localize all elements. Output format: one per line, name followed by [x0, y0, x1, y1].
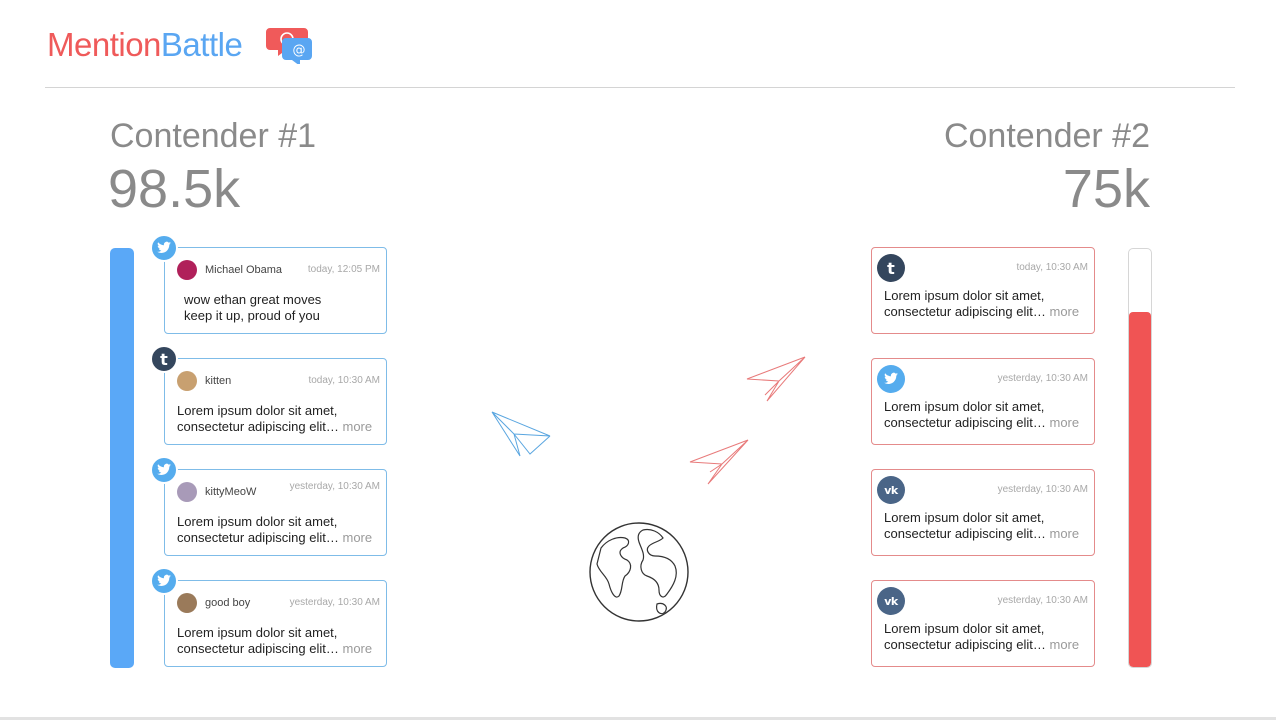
- avatar: [177, 371, 197, 391]
- mention-text: Lorem ipsum dolor sit amet, consectetur …: [177, 403, 339, 434]
- mention-time: yesterday, 10:30 AM: [997, 373, 1088, 384]
- mention-text: Lorem ipsum dolor sit amet, consectetur …: [884, 510, 1046, 541]
- mention-time: yesterday, 10:30 AM: [997, 595, 1088, 606]
- mention-time: today, 10:30 AM: [308, 375, 380, 386]
- twitter-icon: [150, 456, 178, 484]
- avatar: [177, 260, 197, 280]
- paper-plane-icon: [491, 411, 551, 457]
- contender2-progress-fill: [1129, 311, 1151, 667]
- mention-user: good boy: [205, 597, 251, 609]
- more-link[interactable]: more: [342, 641, 372, 656]
- mention-card[interactable]: vk yesterday, 10:30 AM Lorem ipsum dolor…: [871, 469, 1095, 556]
- vk-icon: vk: [877, 587, 905, 615]
- mention-time: today, 12:05 PM: [307, 264, 380, 275]
- mention-text: Lorem ipsum dolor sit amet, consectetur …: [884, 288, 1046, 319]
- mention-text: Lorem ipsum dolor sit amet, consectetur …: [884, 399, 1046, 430]
- contender1-label: Contender #1: [110, 117, 317, 155]
- paper-plane-icon: [689, 439, 749, 485]
- contender1-score: 98.5k: [108, 159, 241, 219]
- more-link[interactable]: more: [342, 419, 372, 434]
- more-link[interactable]: more: [342, 530, 372, 545]
- mention-user: kitten: [205, 375, 232, 387]
- contender2-label: Contender #2: [943, 117, 1150, 155]
- header: MentionBattle @: [0, 0, 1276, 88]
- mention-time: yesterday, 10:30 AM: [289, 481, 380, 492]
- globe-icon: [589, 522, 689, 622]
- twitter-icon: [877, 365, 905, 393]
- vk-icon: vk: [877, 476, 905, 504]
- mention-card[interactable]: Michael Obama today, 12:05 PM wow ethan …: [164, 247, 387, 334]
- contender2-progress-bar: [1128, 248, 1152, 668]
- logo-mention-text: Mention: [47, 26, 161, 63]
- mention-card[interactable]: yesterday, 10:30 AM Lorem ipsum dolor si…: [871, 358, 1095, 445]
- twitter-icon: [150, 567, 178, 595]
- mention-card[interactable]: kittyMeoW yesterday, 10:30 AM Lorem ipsu…: [164, 469, 387, 556]
- more-link[interactable]: more: [1049, 415, 1079, 430]
- mention-card[interactable]: good boy yesterday, 10:30 AM Lorem ipsum…: [164, 580, 387, 667]
- mention-time: yesterday, 10:30 AM: [997, 484, 1088, 495]
- contender2-score: 75k: [1062, 159, 1150, 219]
- contender1-progress-bar: [110, 248, 134, 668]
- mention-text: Lorem ipsum dolor sit amet, consectetur …: [177, 625, 339, 656]
- more-link[interactable]: more: [1049, 637, 1079, 652]
- header-divider: [45, 87, 1235, 88]
- mention-text: wow ethan great moves keep it up, proud …: [184, 292, 322, 323]
- logo-battle-text: Battle: [160, 26, 243, 63]
- mention-text: Lorem ipsum dolor sit amet, consectetur …: [177, 514, 339, 545]
- more-link[interactable]: more: [1049, 304, 1079, 319]
- mention-text: Lorem ipsum dolor sit amet, consectetur …: [884, 621, 1046, 652]
- chat-bubbles-icon: @: [266, 28, 312, 64]
- mention-user: kittyMeoW: [205, 486, 257, 498]
- more-link[interactable]: more: [1049, 526, 1079, 541]
- avatar: [177, 482, 197, 502]
- mention-time: today, 10:30 AM: [1016, 262, 1088, 273]
- twitter-icon: [150, 234, 178, 262]
- paper-plane-icon: [746, 356, 806, 402]
- mention-card[interactable]: vk yesterday, 10:30 AM Lorem ipsum dolor…: [871, 580, 1095, 667]
- mention-time: yesterday, 10:30 AM: [289, 597, 380, 608]
- tumblr-icon: t: [877, 254, 905, 282]
- avatar: [177, 593, 197, 613]
- mention-user: Michael Obama: [205, 264, 283, 276]
- mention-card[interactable]: t today, 10:30 AM Lorem ipsum dolor sit …: [871, 247, 1095, 334]
- svg-text:@: @: [293, 43, 306, 58]
- mention-card[interactable]: kitten today, 10:30 AM Lorem ipsum dolor…: [164, 358, 387, 445]
- app-logo[interactable]: MentionBattle: [47, 26, 243, 64]
- tumblr-icon: t: [150, 345, 178, 373]
